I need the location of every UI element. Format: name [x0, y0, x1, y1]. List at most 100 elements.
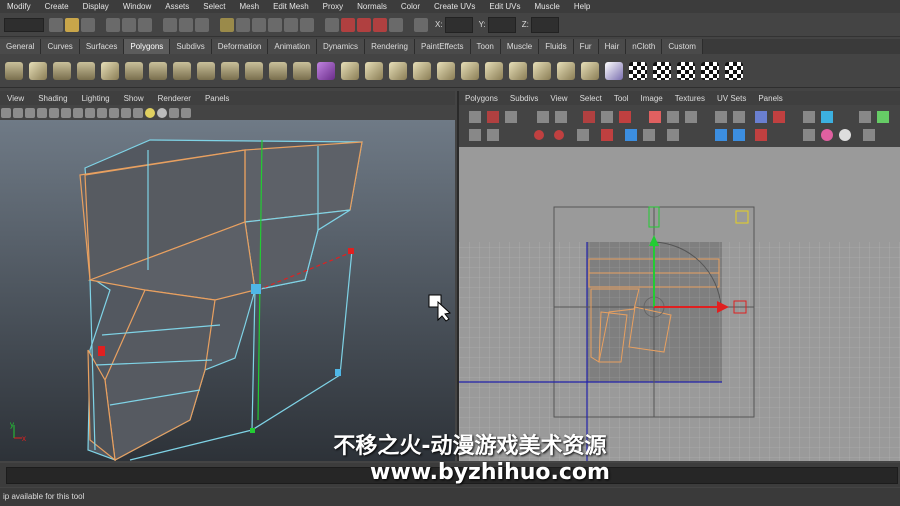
open-scene-icon[interactable] [65, 17, 79, 32]
transform-mode-icon[interactable] [414, 17, 428, 32]
y-field[interactable] [487, 16, 516, 33]
wireframe-icon[interactable] [85, 107, 95, 118]
x-field[interactable] [444, 16, 473, 33]
snap-point-icon[interactable] [252, 17, 266, 32]
offset-edge-loop-icon[interactable] [461, 61, 479, 80]
combine-icon[interactable] [245, 61, 263, 80]
smooth-shade-icon[interactable] [97, 107, 107, 118]
uv-menu-subdivs[interactable]: Subdivs [504, 94, 544, 103]
bridge-icon[interactable] [365, 61, 383, 80]
append-polygon-icon[interactable] [389, 61, 407, 80]
viewport-menu-lighting[interactable]: Lighting [75, 94, 117, 103]
menu-select[interactable]: Select [196, 2, 232, 11]
resolution-gate-icon[interactable] [73, 107, 83, 118]
render-icon[interactable] [325, 17, 339, 32]
separate-icon[interactable] [269, 61, 287, 80]
menu-proxy[interactable]: Proxy [316, 2, 350, 11]
grid-icon[interactable] [49, 107, 59, 118]
history-icon[interactable] [284, 17, 298, 32]
shadows-icon[interactable] [157, 107, 167, 118]
planar-mapping-icon[interactable] [629, 61, 647, 80]
sculpt-icon[interactable] [605, 61, 623, 80]
uv-texture-editor-view[interactable] [457, 147, 900, 461]
menu-display[interactable]: Display [76, 2, 116, 11]
menu-normals[interactable]: Normals [350, 2, 394, 11]
poly-plane-icon[interactable] [101, 61, 119, 80]
wireframe-on-shaded-icon[interactable] [109, 107, 119, 118]
perspective-viewport[interactable]: y x [0, 120, 455, 461]
poly-sphere-icon[interactable] [5, 61, 23, 80]
extrude-icon[interactable] [341, 61, 359, 80]
uv-menu-tool[interactable]: Tool [608, 94, 635, 103]
merge-vertices-icon[interactable] [485, 61, 503, 80]
uv-menu-image[interactable]: Image [635, 94, 669, 103]
automatic-mapping-icon[interactable] [701, 61, 719, 80]
pick-mask-icon[interactable] [163, 17, 177, 32]
xray-icon[interactable] [121, 107, 131, 118]
select-component-icon[interactable] [138, 17, 152, 32]
shelf-tab-custom[interactable]: Custom [662, 39, 703, 54]
fill-hole-icon[interactable] [533, 61, 551, 80]
menu-edit-uvs[interactable]: Edit UVs [482, 2, 527, 11]
viewport-menu-show[interactable]: Show [117, 94, 151, 103]
viewport-menu-shading[interactable]: Shading [31, 94, 74, 103]
poly-cube-icon[interactable] [29, 61, 47, 80]
poly-cylinder-icon[interactable] [53, 61, 71, 80]
poly-prism-icon[interactable] [149, 61, 167, 80]
shelf-tab-dynamics[interactable]: Dynamics [316, 39, 366, 54]
uv-menu-textures[interactable]: Textures [669, 94, 711, 103]
smooth-icon[interactable] [293, 61, 311, 80]
reduce-icon[interactable] [557, 61, 575, 80]
snap-grid-icon[interactable] [220, 17, 234, 32]
lock-selection-icon[interactable] [179, 17, 193, 32]
spherical-mapping-icon[interactable] [677, 61, 695, 80]
high-quality-icon[interactable] [181, 107, 191, 118]
shelf-tab-painteffects[interactable]: PaintEffects [414, 39, 471, 54]
menu-help[interactable]: Help [567, 2, 597, 11]
poly-pyramid-icon[interactable] [173, 61, 191, 80]
shelf-tab-toon[interactable]: Toon [470, 39, 501, 54]
viewport-menu-panels[interactable]: Panels [198, 94, 236, 103]
shelf-tab-deformation[interactable]: Deformation [211, 39, 269, 54]
shelf-tab-fluids[interactable]: Fluids [539, 39, 574, 54]
uv-texture-editor-icon[interactable] [725, 61, 743, 80]
shelf-tab-rendering[interactable]: Rendering [365, 39, 415, 54]
render-settings-icon[interactable] [357, 17, 371, 32]
poly-torus-icon[interactable] [125, 61, 143, 80]
poly-helix-icon[interactable] [221, 61, 239, 80]
viewport-menu-view[interactable]: View [0, 94, 31, 103]
new-scene-icon[interactable] [49, 17, 63, 32]
shelf-tab-general[interactable]: General [0, 39, 42, 54]
menu-mesh[interactable]: Mesh [233, 2, 267, 11]
snap-curve-icon[interactable] [236, 17, 250, 32]
snap-plane-icon[interactable] [268, 17, 282, 32]
z-field[interactable] [530, 16, 559, 33]
mode-selector[interactable] [4, 17, 44, 32]
magnet-icon[interactable] [300, 17, 314, 32]
menu-create-uvs[interactable]: Create UVs [427, 2, 482, 11]
menu-edit-mesh[interactable]: Edit Mesh [266, 2, 316, 11]
menu-assets[interactable]: Assets [158, 2, 196, 11]
poly-pipe-icon[interactable] [197, 61, 215, 80]
shelf-tab-hair[interactable]: Hair [598, 39, 627, 54]
menu-window[interactable]: Window [116, 2, 158, 11]
shelf-tab-muscle[interactable]: Muscle [500, 39, 540, 54]
shelf-tab-polygons[interactable]: Polygons [124, 39, 171, 54]
menu-modify[interactable]: Modify [0, 2, 38, 11]
hypershade-icon[interactable] [373, 17, 387, 32]
shelf-tab-subdivs[interactable]: Subdivs [170, 39, 212, 54]
menu-muscle[interactable]: Muscle [528, 2, 567, 11]
viewport-menu-renderer[interactable]: Renderer [151, 94, 198, 103]
use-all-lights-icon[interactable] [145, 107, 155, 118]
bevel-icon[interactable] [509, 61, 527, 80]
shelf-tab-ncloth[interactable]: nCloth [626, 39, 663, 54]
poly-cone-icon[interactable] [77, 61, 95, 80]
split-polygon-icon[interactable] [413, 61, 431, 80]
isolate-select-icon[interactable] [169, 107, 179, 118]
shelf-tab-curves[interactable]: Curves [41, 39, 80, 54]
uv-menu-view[interactable]: View [544, 94, 573, 103]
booleans-icon[interactable] [317, 61, 335, 80]
textured-icon[interactable] [133, 107, 143, 118]
select-object-icon[interactable] [122, 17, 136, 32]
uv-menu-panels[interactable]: Panels [752, 94, 788, 103]
